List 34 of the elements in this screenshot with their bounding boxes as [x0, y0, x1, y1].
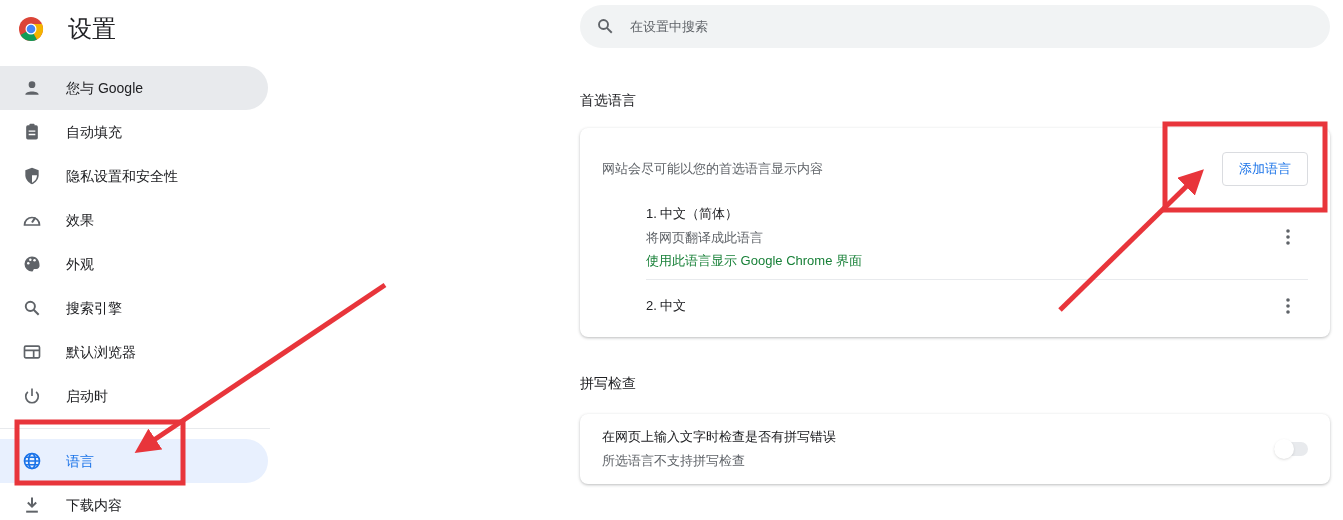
more-icon[interactable] — [1286, 229, 1290, 246]
add-language-button[interactable]: 添加语言 — [1222, 152, 1308, 186]
language-ui-note: 使用此语言显示 Google Chrome 界面 — [646, 252, 862, 270]
browser-window-icon — [22, 342, 42, 362]
section-heading: 首选语言 — [580, 91, 636, 110]
shield-icon — [22, 166, 42, 186]
sidebar-item[interactable]: 效果 — [0, 198, 268, 242]
setting-title: 在网页上输入文字时检查是否有拼写错误 — [602, 428, 836, 446]
page-title: 设置 — [68, 14, 116, 44]
power-icon — [22, 386, 42, 406]
sidebar-item[interactable]: 搜索引擎 — [0, 286, 268, 330]
sidebar-item[interactable]: 默认浏览器 — [0, 330, 268, 374]
person-icon — [22, 78, 42, 98]
language-name: 2. 中文 — [646, 297, 687, 316]
chrome-logo-icon — [18, 16, 44, 42]
setting-subtitle: 所选语言不支持拼写检查 — [602, 451, 746, 470]
sidebar-item[interactable]: 您与 Google — [0, 66, 268, 110]
search-icon — [22, 298, 42, 318]
toggle-switch[interactable] — [1274, 441, 1308, 456]
sidebar-item[interactable]: 下载内容 — [0, 483, 268, 520]
more-icon[interactable] — [1286, 298, 1290, 314]
description-text: 网站会尽可能以您的首选语言显示内容 — [602, 160, 823, 179]
globe-icon — [22, 451, 42, 471]
language-note: 将网页翻译成此语言 — [646, 228, 764, 247]
sidebar-item[interactable]: 隐私设置和安全性 — [0, 154, 268, 198]
sidebar-item[interactable]: 自动填充 — [0, 110, 268, 154]
search-field[interactable]: 在设置中搜索 — [580, 5, 1330, 48]
language-name: 1. 中文（简体） — [646, 205, 740, 223]
search-icon — [596, 17, 614, 35]
palette-icon — [22, 254, 42, 274]
sidebar-item[interactable]: 启动时 — [0, 374, 268, 418]
section-heading: 拼写检查 — [580, 373, 636, 393]
sidebar-item[interactable]: 外观 — [0, 242, 268, 286]
sidebar-item[interactable]: 语言 — [0, 439, 268, 483]
